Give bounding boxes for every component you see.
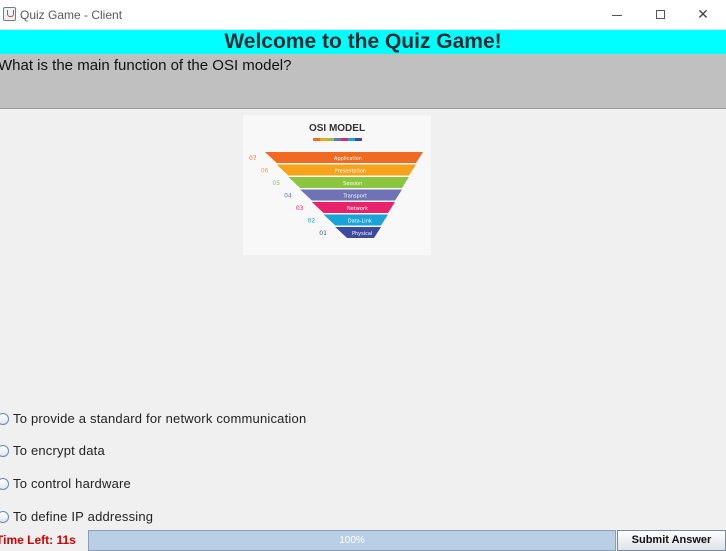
osi-title-color-strip — [334, 138, 341, 141]
minimize-icon — [612, 15, 622, 16]
close-button[interactable]: ✕ — [680, 0, 726, 30]
radio-button[interactable] — [0, 445, 9, 457]
osi-layer-name: Presentation — [335, 169, 366, 175]
close-icon: ✕ — [697, 7, 709, 23]
osi-layer-number: 07 — [249, 155, 257, 162]
window-title: Quiz Game - Client — [20, 8, 123, 22]
osi-layer-name: Application — [334, 156, 362, 162]
maximize-icon — [656, 10, 665, 19]
osi-model-image: OSI MODEL Application 07 Presentation 06 Ses… — [243, 115, 431, 255]
time-left-label: Time Left: 11s — [0, 533, 76, 547]
welcome-title: Welcome to the Quiz Game! — [224, 30, 502, 53]
osi-title-color-strip — [313, 138, 320, 141]
osi-title-color-strip — [348, 138, 355, 141]
osi-title-color-strip — [320, 138, 327, 141]
question-panel: What is the main function of the OSI mod… — [0, 54, 726, 109]
radio-button[interactable] — [0, 413, 9, 425]
osi-layer-name: Session — [343, 181, 362, 187]
progress-bar: 100% — [88, 530, 616, 551]
title-bar: Quiz Game - Client ✕ — [0, 0, 726, 30]
osi-title-color-strip — [341, 138, 348, 141]
option-label[interactable]: To encrypt data — [13, 443, 105, 458]
progress-text: 100% — [339, 535, 365, 546]
osi-layer-number: 04 — [284, 193, 292, 200]
footer-bar: Time Left: 11s 100% Submit Answer — [0, 530, 726, 551]
osi-title-color-strip — [355, 138, 362, 141]
option-label[interactable]: To provide a standard for network commun… — [13, 411, 306, 426]
osi-layer-number: 05 — [272, 180, 280, 187]
osi-layer-name: Transport — [342, 194, 367, 200]
osi-layer-number: 02 — [308, 218, 316, 225]
radio-button[interactable] — [0, 478, 9, 490]
osi-layer-number: 01 — [319, 230, 327, 237]
osi-title-color-strip — [327, 138, 334, 141]
minimize-button[interactable] — [594, 0, 640, 30]
radio-button[interactable] — [0, 511, 9, 523]
maximize-button[interactable] — [637, 0, 683, 30]
option-label[interactable]: To control hardware — [13, 476, 131, 491]
option-label[interactable]: To define IP addressing — [13, 509, 153, 524]
osi-pyramid-graphic: Application 07 Presentation 06 Session 05 Tran… — [249, 138, 423, 238]
submit-answer-button[interactable]: Submit Answer — [617, 530, 726, 551]
question-text: What is the main function of the OSI mod… — [0, 57, 292, 74]
osi-layer-number: 03 — [296, 205, 304, 212]
osi-layer-number: 06 — [261, 168, 269, 175]
osi-layer-name: Physical — [352, 231, 372, 237]
osi-layer-name: Data-Link — [348, 219, 372, 225]
welcome-header: Welcome to the Quiz Game! — [0, 30, 726, 54]
java-app-icon — [3, 7, 16, 21]
osi-layer-name: Network — [347, 206, 368, 212]
